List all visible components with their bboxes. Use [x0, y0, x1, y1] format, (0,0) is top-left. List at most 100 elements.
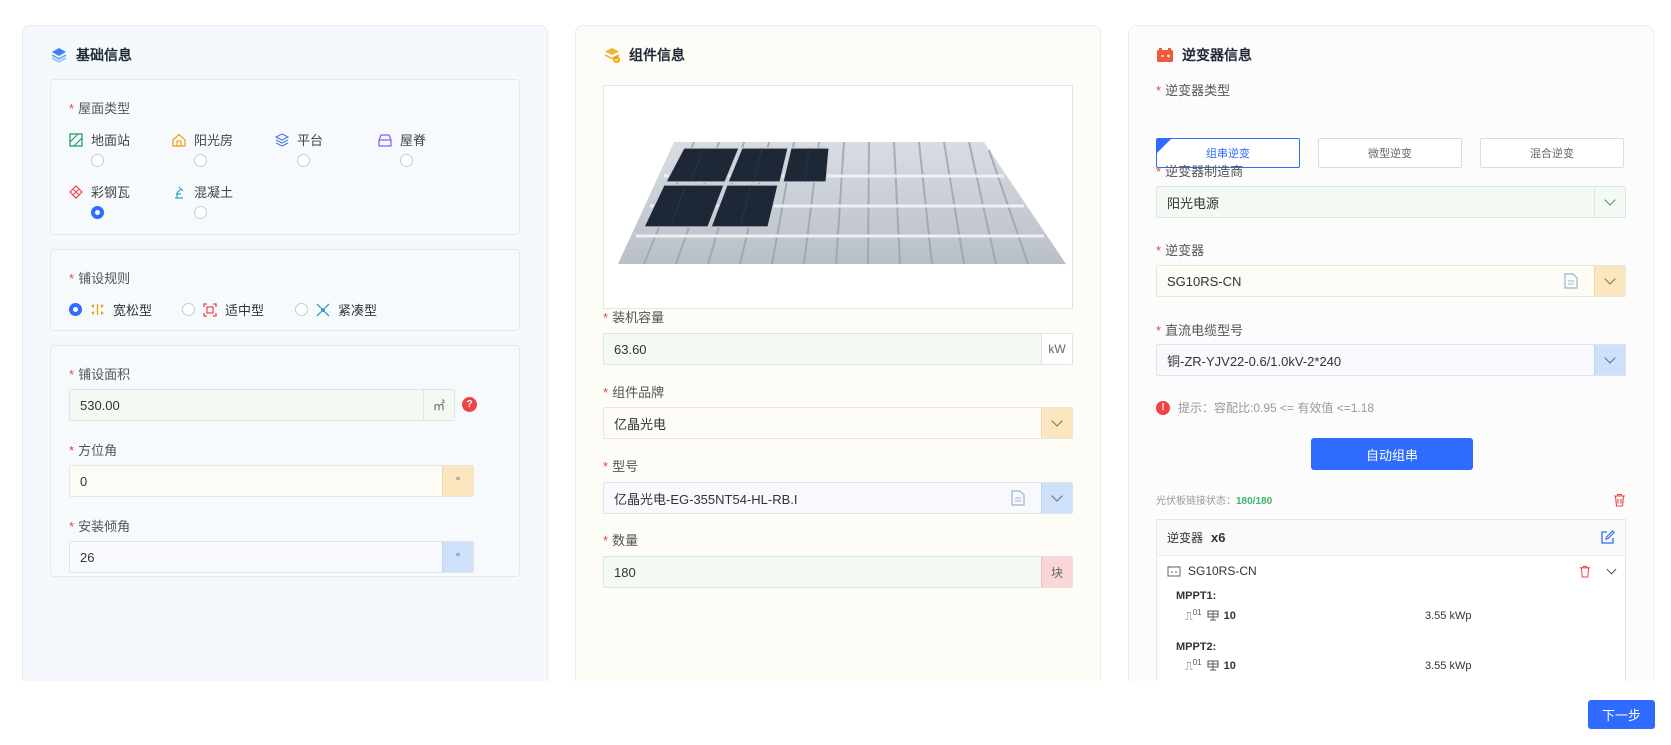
next-step-button[interactable]: 下一步 — [1588, 700, 1655, 729]
inverter-info-card: 逆变器信息 * 逆变器类型 组串逆变 微型逆变 混合逆变 * 逆变器制造商 阳光电源… — [1128, 25, 1654, 686]
platform-icon — [275, 132, 289, 147]
inverter-list-header: 逆变器 x6 — [1157, 520, 1625, 556]
azimuth-label: * 方位角 — [69, 443, 118, 458]
brand-select[interactable]: 亿晶光电 — [603, 407, 1073, 439]
layout-rule-section: * 铺设规则 宽松型 适中型 紧凑型 — [50, 249, 520, 331]
tilt-input[interactable]: 26 ° — [69, 541, 474, 573]
string-icon: ⎍01 — [1185, 658, 1202, 673]
footer-bar — [0, 681, 1671, 745]
capacity-input[interactable]: 63.60 kW — [603, 333, 1073, 365]
inverter-type-label: * 逆变器类型 — [1156, 83, 1231, 98]
layout-rule-radio-compact[interactable] — [295, 303, 308, 316]
link-status: 光伏板链接状态：180/180 — [1156, 496, 1273, 507]
auto-string-button[interactable]: 自动组串 — [1311, 438, 1473, 470]
cable-dropdown-chevron-icon[interactable] — [1594, 345, 1625, 375]
roof-type-option-sunroom[interactable]: 阳光房 — [172, 130, 282, 167]
concrete-icon — [175, 186, 184, 199]
capacity-unit: kW — [1041, 334, 1072, 364]
panel-icon — [1207, 610, 1219, 621]
ridge-icon — [378, 133, 392, 147]
roof-type-option-steel-tile[interactable]: 彩钢瓦 — [69, 182, 179, 219]
inverter-type-hybrid-button[interactable]: 混合逆变 — [1480, 138, 1624, 168]
area-label: * 铺设面积 — [69, 367, 131, 382]
roof-preview-image — [603, 85, 1073, 309]
roof-type-radio-platform[interactable] — [297, 154, 310, 167]
roof-type-radio-steel-tile[interactable] — [91, 206, 104, 219]
tilt-label: * 安装倾角 — [69, 519, 131, 534]
trash-icon[interactable] — [1613, 493, 1626, 507]
roof-type-section: * 屋面类型 地面站 阳光房 平台 屋脊 彩钢瓦 混凝土 — [50, 79, 520, 235]
layout-rule-radio-medium[interactable] — [182, 303, 195, 316]
roof-type-option-platform[interactable]: 平台 — [275, 130, 385, 167]
maker-dropdown-chevron-icon[interactable] — [1594, 187, 1625, 217]
link-status-value: 180/180 — [1236, 496, 1273, 507]
roof-type-option-ground[interactable]: 地面站 — [69, 130, 179, 167]
document-icon[interactable] — [1011, 490, 1025, 506]
area-input[interactable]: 530.00 ㎡ — [69, 389, 455, 421]
brand-dropdown-chevron-icon[interactable] — [1041, 408, 1072, 438]
maker-label: * 逆变器制造商 — [1156, 164, 1244, 179]
area-angle-section: * 铺设面积 530.00 ㎡ ? * 方位角 0 ° * 安装倾角 26 ° — [50, 345, 520, 577]
layout-rule-option-medium[interactable]: 适中型 — [182, 300, 264, 319]
basic-info-title-text: 基础信息 — [76, 47, 132, 63]
area-unit: ㎡ — [423, 390, 454, 420]
basic-info-title: 基础信息 — [50, 45, 132, 65]
roof-preview-graphic — [618, 141, 1066, 265]
module-info-title: 组件信息 — [603, 45, 685, 65]
warning-icon: ! — [1156, 400, 1170, 415]
qty-input[interactable]: 180 块 — [603, 556, 1073, 588]
roof-type-option-ridge[interactable]: 屋脊 — [378, 130, 488, 167]
roof-type-radio-concrete[interactable] — [194, 206, 207, 219]
layout-rule-option-loose[interactable]: 宽松型 — [69, 300, 152, 319]
mppt1-power: 3.55 kWp — [1425, 610, 1472, 622]
chevron-down-icon[interactable] — [1606, 564, 1617, 574]
inverter-item-name: SG10RS-CN — [1188, 564, 1257, 578]
inverter-type-micro-button[interactable]: 微型逆变 — [1318, 138, 1462, 168]
azimuth-input[interactable]: 0 ° — [69, 465, 474, 497]
loose-layout-icon — [91, 304, 104, 315]
roof-type-option-concrete[interactable]: 混凝土 — [172, 182, 282, 219]
ground-icon — [69, 132, 83, 147]
cable-select[interactable]: 铜-ZR-YJV22-0.6/1.0kV-2*240 — [1156, 344, 1626, 376]
string-icon: ⎍01 — [1185, 608, 1202, 623]
mppt2-power: 3.55 kWp — [1425, 660, 1472, 672]
basic-info-card: 基础信息 *屋面类型 地面站 阳光房 平台 屋脊 彩钢瓦 混凝土 *铺设规则 — [22, 25, 548, 685]
inverter-item-row[interactable]: SG10RS-CN — [1157, 556, 1625, 586]
document-icon[interactable] — [1564, 273, 1578, 289]
layout-rule-option-compact[interactable]: 紧凑型 — [295, 300, 377, 319]
layout-rule-label: * 铺设规则 — [69, 271, 131, 286]
roof-type-radio-ridge[interactable] — [400, 154, 413, 167]
qty-label: * 数量 — [603, 533, 639, 548]
layout-rule-radio-loose[interactable] — [69, 303, 82, 316]
sunroom-icon — [172, 133, 186, 147]
inverter-string-list: 逆变器 x6 SG10RS-CN MPPT1: ⎍01 10 3.55 kWp … — [1156, 519, 1626, 686]
steel-tile-icon — [69, 184, 83, 199]
mppt1-row: ⎍01 10 — [1185, 608, 1236, 623]
help-icon[interactable]: ? — [462, 397, 477, 412]
inverter-device-icon — [1167, 566, 1181, 577]
edit-icon[interactable] — [1600, 530, 1615, 545]
inverter-info-title: 逆变器信息 — [1156, 45, 1252, 65]
trash-icon[interactable] — [1579, 565, 1591, 578]
roof-type-label: * 屋面类型 — [69, 101, 131, 116]
inverter-select[interactable]: SG10RS-CN — [1156, 265, 1626, 297]
battery-icon — [1157, 48, 1173, 62]
medium-layout-icon — [203, 302, 217, 317]
model-select[interactable]: 亿晶光电-EG-355NT54-HL-RB.I — [603, 482, 1073, 514]
roof-type-radio-ground[interactable] — [91, 154, 104, 167]
tilt-unit: ° — [442, 542, 473, 572]
inverter-dropdown-chevron-icon[interactable] — [1594, 266, 1625, 296]
mppt1-label: MPPT1: — [1176, 590, 1217, 602]
inverter-label: * 逆变器 — [1156, 243, 1205, 258]
qty-unit: 块 — [1041, 557, 1072, 587]
cable-label: * 直流电缆型号 — [1156, 323, 1244, 338]
ratio-hint: ! 提示：容配比:0.95 <= 有效值 <=1.18 — [1156, 399, 1374, 416]
maker-select[interactable]: 阳光电源 — [1156, 186, 1626, 218]
model-dropdown-chevron-icon[interactable] — [1041, 483, 1072, 513]
module-info-card: 组件信息 * 装机容量 63.60 kW * 组件品牌 亿晶光电 * 型号 亿晶… — [575, 25, 1101, 685]
panel-icon — [1207, 660, 1219, 671]
inverter-count: x6 — [1211, 530, 1226, 545]
roof-type-radio-sunroom[interactable] — [194, 154, 207, 167]
module-stack-icon — [604, 48, 620, 63]
brand-label: * 组件品牌 — [603, 385, 665, 400]
